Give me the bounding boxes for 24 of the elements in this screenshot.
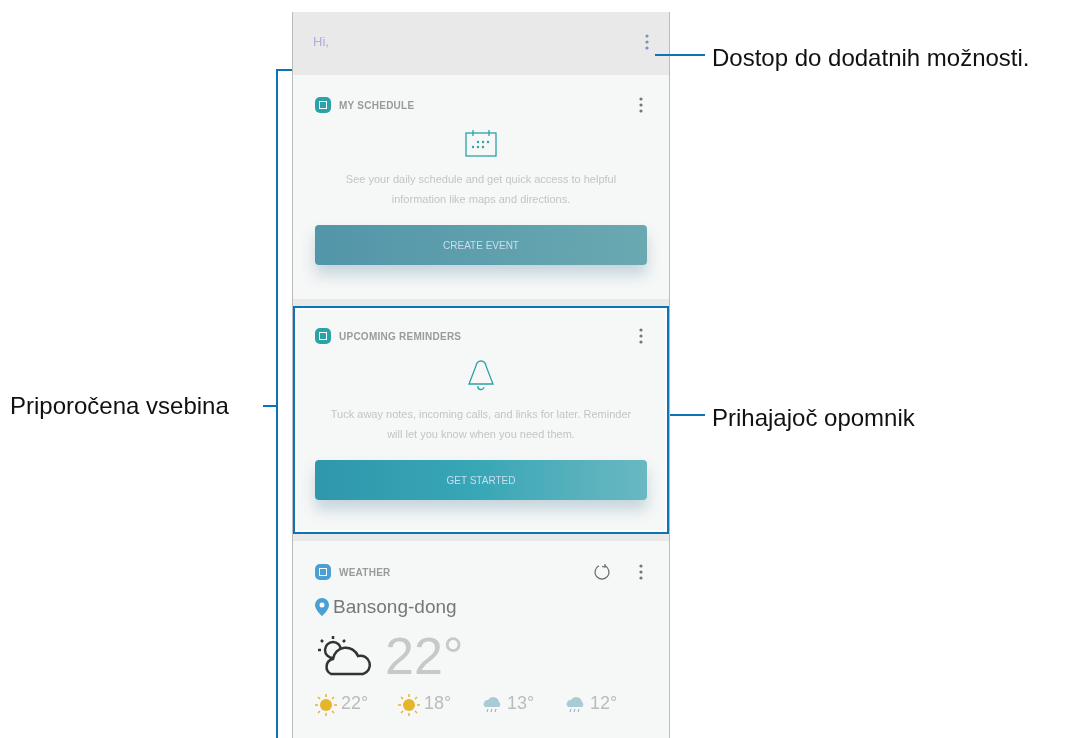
partly-cloudy-icon [315,633,373,678]
get-started-button[interactable]: GET STARTED [315,460,647,500]
forecast-temperature: 22° [341,693,369,712]
more-options-icon[interactable] [645,34,649,50]
recommended-content-label: Priporočena vsebina [10,391,229,421]
leader-line [655,54,705,56]
forecast-temperature: 18° [424,693,452,712]
more-options-label: Dostop do dodatnih možnosti. [712,43,1030,73]
card-title: WEATHER [339,565,391,580]
more-options-icon[interactable] [639,97,643,113]
card-title: UPCOMING REMINDERS [339,329,462,344]
create-event-button[interactable]: CREATE EVENT [315,225,647,265]
more-options-icon[interactable] [639,564,643,580]
card-title: MY SCHEDULE [339,98,415,113]
location-pin-icon [315,598,329,617]
forecast-temperature: 12° [590,693,618,712]
sun-icon [398,693,420,716]
upcoming-reminder-label: Prihajajoč opomnik [712,403,915,433]
more-options-icon[interactable] [639,328,643,344]
location-name: Bansong-dong [333,595,457,619]
sun-icon [315,693,337,716]
forecast-temperature: 13° [507,693,535,712]
refresh-icon[interactable] [593,563,611,581]
greeting: Hi, [313,33,329,52]
